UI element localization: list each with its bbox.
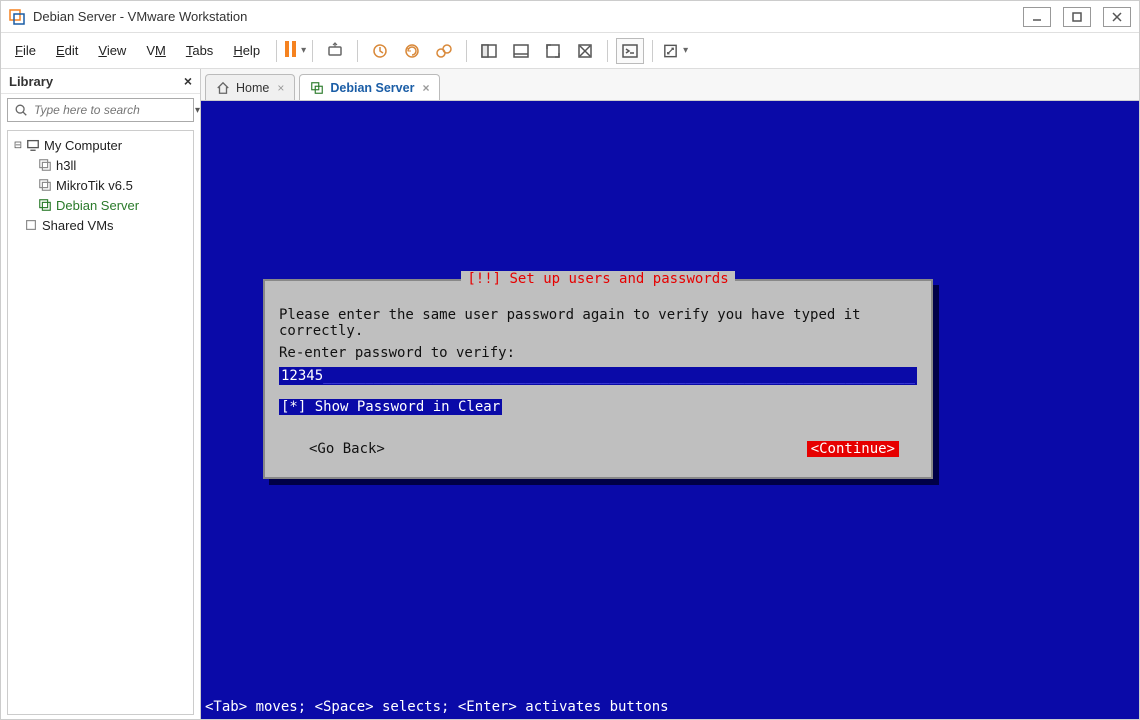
tree-vm-mikrotik[interactable]: MikroTik v6.5: [10, 175, 191, 195]
tree-root-my-computer[interactable]: ⊟ My Computer: [10, 135, 191, 155]
installer-status-bar: <Tab> moves; <Space> selects; <Enter> ac…: [205, 699, 669, 715]
app-icon: [9, 9, 25, 25]
computer-icon: [26, 138, 40, 152]
menu-view[interactable]: View: [88, 39, 136, 62]
tree-shared-vms[interactable]: Shared VMs: [10, 215, 191, 235]
stretch-icon[interactable]: ▾: [661, 38, 689, 64]
vm-console[interactable]: [!!] Set up users and passwords Please e…: [201, 101, 1139, 719]
vm-tree: ⊟ My Computer h3ll MikroTik v6.5 Debian …: [7, 130, 194, 715]
view-single-icon[interactable]: [475, 38, 503, 64]
home-icon: [216, 81, 230, 95]
tab-debian-server[interactable]: Debian Server ×: [299, 74, 440, 100]
go-back-button[interactable]: <Go Back>: [309, 441, 385, 457]
installer-prompt: Re-enter password to verify:: [279, 345, 917, 361]
library-close-icon[interactable]: ×: [184, 73, 192, 89]
search-dropdown-icon[interactable]: ▾: [195, 105, 200, 116]
unity-icon[interactable]: [571, 38, 599, 64]
menu-tabs[interactable]: Tabs: [176, 39, 223, 62]
tab-strip: Home × Debian Server ×: [201, 69, 1139, 101]
tab-home[interactable]: Home ×: [205, 74, 295, 100]
snapshot-take-icon[interactable]: [366, 38, 394, 64]
window-title: Debian Server - VMware Workstation: [33, 9, 247, 24]
snapshot-revert-icon[interactable]: [398, 38, 426, 64]
tab-close-icon[interactable]: ×: [277, 81, 284, 95]
maximize-button[interactable]: [1063, 7, 1091, 27]
vm-icon: [38, 178, 52, 192]
menu-vm[interactable]: VM: [136, 39, 176, 62]
search-input[interactable]: [34, 103, 191, 117]
pause-button[interactable]: ▾: [283, 41, 306, 60]
send-ctrl-alt-del-icon[interactable]: [321, 38, 349, 64]
shared-icon: [24, 218, 38, 232]
minimize-button[interactable]: [1023, 7, 1051, 27]
close-button[interactable]: [1103, 7, 1131, 27]
installer-instruction: Please enter the same user password agai…: [279, 307, 917, 339]
vm-tab-icon: [310, 81, 324, 95]
tree-vm-h3ll[interactable]: h3ll: [10, 155, 191, 175]
vm-area: Home × Debian Server × [!!] Set up users…: [201, 69, 1139, 719]
fullscreen-icon[interactable]: [539, 38, 567, 64]
menu-file[interactable]: File: [5, 39, 46, 62]
library-search[interactable]: ▾: [7, 98, 194, 122]
titlebar: Debian Server - VMware Workstation: [1, 1, 1139, 33]
installer-dialog: [!!] Set up users and passwords Please e…: [263, 279, 933, 479]
view-multi-icon[interactable]: [507, 38, 535, 64]
continue-button[interactable]: <Continue>: [807, 441, 899, 457]
tree-vm-debian-server[interactable]: Debian Server: [10, 195, 191, 215]
password-field[interactable]: 12345___________________________________…: [279, 367, 917, 385]
installer-title: [!!] Set up users and passwords: [461, 271, 734, 287]
search-icon: [14, 103, 28, 117]
snapshot-manager-icon[interactable]: [430, 38, 458, 64]
vm-icon: [38, 158, 52, 172]
menu-help[interactable]: Help: [223, 39, 270, 62]
menu-edit[interactable]: Edit: [46, 39, 88, 62]
vm-running-icon: [38, 198, 52, 212]
library-title: Library: [9, 74, 53, 89]
tab-close-icon[interactable]: ×: [422, 81, 429, 95]
menubar: File Edit View VM Tabs Help ▾ ▾: [1, 33, 1139, 69]
library-panel: Library × ▾ ⊟ My Computer h3ll MikroTik: [1, 69, 201, 719]
console-view-icon[interactable]: [616, 38, 644, 64]
show-password-checkbox[interactable]: [*] Show Password in Clear: [279, 399, 502, 415]
